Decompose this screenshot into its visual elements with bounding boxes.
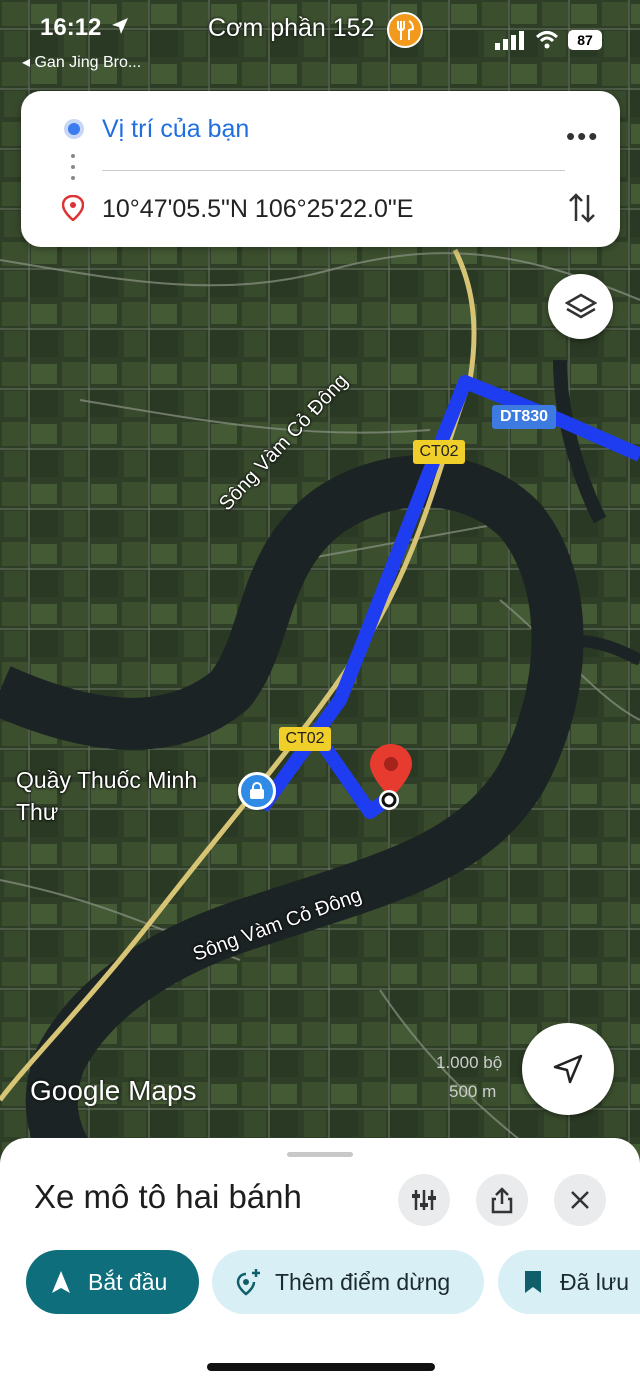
origin-field[interactable]: Vị trí của bạn — [102, 115, 249, 144]
swap-directions-icon[interactable] — [567, 191, 597, 225]
layers-icon — [564, 293, 597, 318]
battery-level: 87 — [568, 30, 602, 50]
current-location-icon — [64, 119, 84, 139]
location-arrow-icon — [112, 18, 128, 34]
top-place-label[interactable]: Cơm phần 152 — [208, 14, 375, 43]
route-dots-icon — [71, 154, 75, 187]
add-stop-button[interactable]: Thêm điểm dừng — [212, 1250, 484, 1314]
directions-card: Vị trí của bạn 10°47'05.5"N 106°25'22.0"… — [21, 91, 620, 247]
shop-label-line2: Thư — [16, 799, 59, 825]
bookmark-icon — [524, 1250, 542, 1314]
road-shield-ct02-south: CT02 — [279, 727, 331, 751]
sheet-drag-handle[interactable] — [287, 1152, 353, 1157]
add-stop-icon — [234, 1250, 262, 1314]
sliders-icon — [412, 1190, 436, 1210]
destination-marker-icon[interactable] — [368, 742, 414, 823]
navigation-arrow-icon — [553, 1054, 583, 1084]
road-shield-dt830: DT830 — [492, 405, 556, 429]
shop-label-line1: Quầy Thuốc Minh — [16, 767, 198, 793]
shop-label[interactable]: Quầy Thuốc Minh Thư — [16, 764, 197, 828]
restaurant-icon[interactable] — [387, 12, 423, 48]
wifi-icon — [535, 31, 559, 49]
close-button[interactable] — [554, 1174, 606, 1226]
google-maps-logo: Google Maps — [30, 1075, 197, 1106]
status-time: 16:12 — [40, 14, 102, 41]
saved-label: Đã lưu — [560, 1269, 630, 1295]
add-stop-label: Thêm điểm dừng — [275, 1269, 451, 1295]
scale-metric: 500 m — [449, 1082, 497, 1101]
shop-pin-icon[interactable] — [238, 772, 276, 810]
travel-mode-title: Xe mô tô hai bánh — [34, 1178, 302, 1215]
share-button[interactable] — [476, 1174, 528, 1226]
signal-icon — [495, 31, 524, 50]
scale-imperial: 1.000 bộ — [436, 1053, 503, 1072]
close-icon — [571, 1191, 589, 1209]
destination-pin-icon — [62, 195, 84, 221]
status-bar: 16:12 ◂ Gan Jing Bro... Cơm phần 152 87 — [0, 0, 640, 80]
recenter-button[interactable] — [522, 1023, 614, 1115]
start-label: Bắt đầu — [88, 1269, 168, 1295]
back-to-app-link[interactable]: ◂ Gan Jing Bro... — [22, 52, 141, 72]
route-options-button[interactable] — [398, 1174, 450, 1226]
bottom-sheet: Xe mô tô hai bánh Bắt đầu Thêm điểm dừng… — [0, 1138, 640, 1385]
more-options-icon[interactable]: ••• — [566, 121, 599, 152]
road-shield-ct02-north: CT02 — [413, 440, 465, 464]
start-button[interactable]: Bắt đầu — [26, 1250, 199, 1314]
start-arrow-icon — [50, 1250, 72, 1314]
layers-button[interactable] — [548, 274, 613, 339]
share-icon — [491, 1187, 513, 1214]
home-indicator[interactable] — [207, 1363, 435, 1371]
saved-button[interactable]: Đã lưu — [498, 1250, 640, 1314]
field-divider — [102, 170, 565, 171]
destination-field[interactable]: 10°47'05.5"N 106°25'22.0"E — [102, 195, 413, 224]
